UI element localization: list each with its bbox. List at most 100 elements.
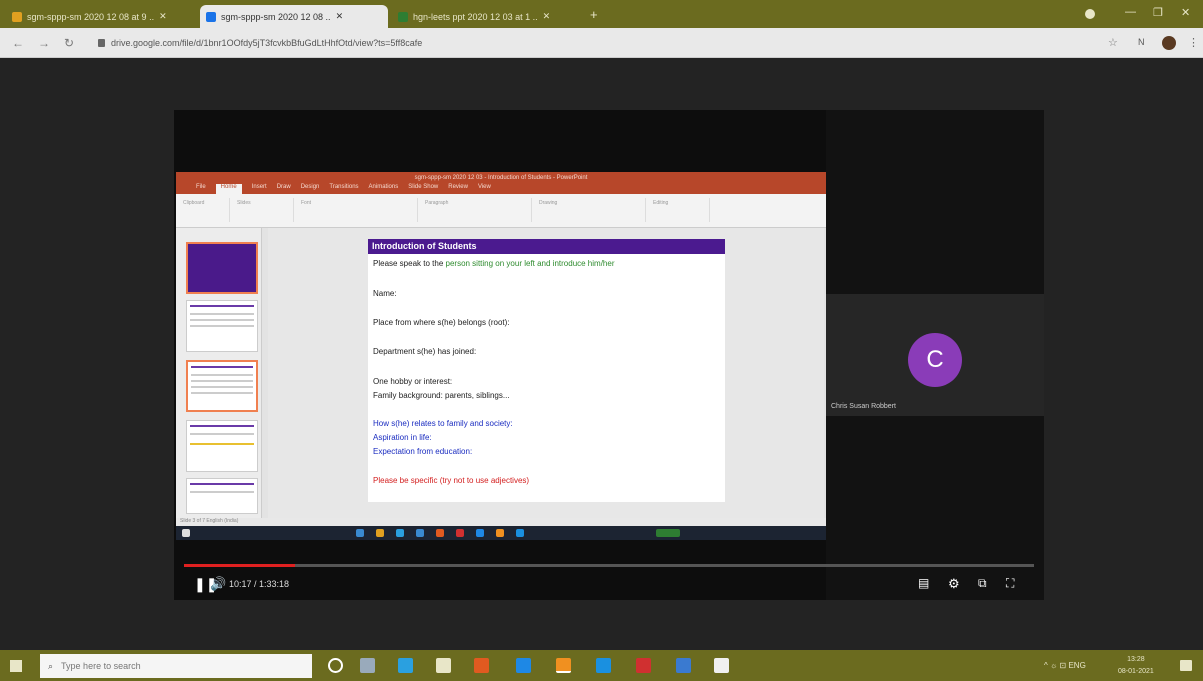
browser-tab-bar: sgm-sppp-sm 2020 12 08 at 9 .. ✕ sgm-sppp… bbox=[0, 0, 1203, 28]
slide-line: Please speak to the person sitting on yo… bbox=[373, 259, 615, 268]
avatar: C bbox=[908, 333, 962, 387]
chrome-icon[interactable] bbox=[556, 658, 571, 673]
ppt-ribbon: Clipboard Slides Font Paragraph Drawing … bbox=[176, 194, 826, 228]
tab-label: hgn-leets ppt 2020 12 03 at 1 .. bbox=[413, 11, 538, 22]
lock-icon bbox=[98, 39, 105, 47]
ribbon-tab: Transitions bbox=[329, 184, 359, 190]
slide-line: How s(he) relates to family and society: bbox=[373, 419, 513, 428]
taskbar-clock[interactable]: 13:28 08-01-2021 bbox=[1118, 654, 1154, 678]
miniplayer-icon[interactable]: ⧉ bbox=[978, 576, 987, 591]
ribbon-group: Font bbox=[298, 198, 418, 222]
browser-tab[interactable]: hgn-leets ppt 2020 12 03 at 1 .. ✕ bbox=[392, 5, 582, 28]
shared-screen: sgm-sppp-sm 2020 12 03 - Introduction of… bbox=[176, 172, 826, 540]
windows-taskbar: ⌕ Type here to search ^ ☼ ⊡ ENG 13:28 08-0… bbox=[0, 650, 1203, 681]
url-field[interactable]: drive.google.com/file/d/1bnr1OOfdy5jT3fc… bbox=[90, 33, 1090, 53]
slide-line: One hobby or interest: bbox=[373, 377, 453, 386]
maximize-button[interactable]: ❐ bbox=[1153, 6, 1163, 19]
slide-thumbnail bbox=[186, 300, 258, 352]
app-icon[interactable] bbox=[596, 658, 611, 673]
extension-icon[interactable]: N bbox=[1138, 37, 1145, 47]
time-display: 10:17 / 1:33:18 bbox=[229, 579, 290, 589]
ribbon-tab: File bbox=[196, 184, 206, 190]
drive-icon bbox=[206, 11, 216, 22]
menu-icon[interactable]: ⋮ bbox=[1188, 36, 1199, 49]
video-player[interactable]: C Chris Susan Robbert sgm-sppp-sm 2020 1… bbox=[174, 110, 1044, 600]
ppt-ribbon-tabs: File Home Insert Draw Design Transitions… bbox=[176, 184, 826, 194]
tab-label: sgm-sppp-sm 2020 12 08 .. bbox=[221, 11, 331, 22]
slide-line: Place from where s(he) belongs (root): bbox=[373, 318, 510, 327]
search-placeholder: Type here to search bbox=[61, 661, 141, 671]
ribbon-tab: Draw bbox=[276, 184, 291, 190]
task-view-icon[interactable] bbox=[360, 658, 375, 673]
progress-track[interactable] bbox=[184, 564, 1034, 567]
captions-icon[interactable]: ▤ bbox=[918, 576, 929, 590]
ribbon-tab: Insert bbox=[251, 184, 267, 190]
settings-icon[interactable]: ⚙ bbox=[948, 576, 960, 592]
app-icon[interactable] bbox=[676, 658, 691, 673]
ppt-status-bar: Slide 3 of 7 English (India) bbox=[176, 518, 826, 526]
slide-line: Family background: parents, siblings... bbox=[373, 391, 510, 400]
participant-name: Chris Susan Robbert bbox=[831, 403, 896, 410]
close-icon[interactable]: ✕ bbox=[336, 11, 344, 22]
search-icon: ⌕ bbox=[48, 660, 54, 671]
address-bar-row: ← → ↻ drive.google.com/file/d/1bnr1OOfdy… bbox=[0, 28, 1203, 58]
ribbon-tab: View bbox=[477, 184, 491, 190]
slide-thumbnail bbox=[186, 478, 258, 514]
account-icon[interactable] bbox=[1085, 9, 1095, 19]
slide-thumbnail-selected bbox=[186, 360, 258, 412]
ribbon-tab: Design bbox=[300, 184, 320, 190]
ribbon-tab: Review bbox=[448, 184, 468, 190]
close-window-button[interactable]: ✕ bbox=[1181, 6, 1190, 19]
slide-line: Name: bbox=[373, 289, 397, 298]
slide-line: Department s(he) has joined: bbox=[373, 347, 477, 356]
fullscreen-icon[interactable]: ⛶ bbox=[1006, 576, 1014, 591]
page-content: C Chris Susan Robbert sgm-sppp-sm 2020 1… bbox=[0, 58, 1203, 650]
minimize-button[interactable]: — bbox=[1125, 6, 1136, 18]
url-text: drive.google.com/file/d/1bnr1OOfdy5jT3fc… bbox=[111, 38, 423, 48]
slide-thumbnail bbox=[186, 420, 258, 472]
player-controls: ❚❚ 🔊 10:17 / 1:33:18 ▤ ⚙ ⧉ ⛶ bbox=[174, 550, 1044, 600]
tab-label: sgm-sppp-sm 2020 12 08 at 9 .. bbox=[27, 11, 155, 22]
office-icon[interactable] bbox=[474, 658, 489, 673]
forward-icon[interactable]: → bbox=[38, 36, 50, 50]
close-icon[interactable]: ✕ bbox=[543, 11, 551, 22]
ribbon-group: Clipboard bbox=[180, 198, 230, 222]
volume-icon[interactable]: 🔊 bbox=[210, 576, 226, 592]
clock-time: 13:28 bbox=[1127, 656, 1145, 663]
system-tray[interactable]: ^ ☼ ⊡ ENG bbox=[1044, 661, 1086, 670]
bookmark-icon[interactable]: ☆ bbox=[1108, 36, 1118, 49]
clock-date: 08-01-2021 bbox=[1118, 668, 1154, 675]
ribbon-tab: Slide Show bbox=[408, 184, 439, 190]
tab-favicon-icon bbox=[12, 11, 22, 22]
slide-line: Please be specific (try not to use adjec… bbox=[373, 476, 530, 485]
profile-avatar[interactable] bbox=[1162, 36, 1176, 50]
windows-start-icon[interactable] bbox=[10, 660, 22, 672]
ribbon-group: Drawing bbox=[536, 198, 646, 222]
ribbon-tab: Home bbox=[215, 184, 242, 194]
browser-tab-active[interactable]: sgm-sppp-sm 2020 12 08 .. ✕ bbox=[200, 5, 388, 28]
slide-thumbnails bbox=[176, 228, 262, 518]
slide-title: Introduction of Students bbox=[368, 239, 725, 254]
notification-icon[interactable] bbox=[1180, 660, 1192, 671]
slide-line: Expectation from education: bbox=[373, 447, 473, 456]
ppt-title-bar: sgm-sppp-sm 2020 12 03 - Introduction of… bbox=[176, 172, 826, 184]
app-icon[interactable] bbox=[516, 658, 531, 673]
reload-icon[interactable]: ↻ bbox=[64, 36, 74, 50]
file-explorer-icon[interactable] bbox=[436, 658, 451, 673]
acrobat-icon[interactable] bbox=[636, 658, 651, 673]
cortana-icon[interactable] bbox=[328, 658, 343, 673]
new-tab-button[interactable]: + bbox=[590, 7, 598, 22]
app-icon[interactable] bbox=[714, 658, 729, 673]
back-icon[interactable]: ← bbox=[12, 36, 24, 50]
ribbon-group: Editing bbox=[650, 198, 710, 222]
shared-taskbar bbox=[176, 526, 826, 540]
ribbon-group: Paragraph bbox=[422, 198, 532, 222]
edge-icon[interactable] bbox=[398, 658, 413, 673]
close-icon[interactable]: ✕ bbox=[159, 11, 167, 22]
ribbon-group: Slides bbox=[234, 198, 294, 222]
browser-tab[interactable]: sgm-sppp-sm 2020 12 08 at 9 .. ✕ bbox=[6, 5, 196, 28]
tab-favicon-icon bbox=[398, 11, 408, 22]
progress-fill bbox=[184, 564, 295, 567]
slide-line: Aspiration in life: bbox=[373, 433, 432, 442]
taskbar-search[interactable]: ⌕ Type here to search bbox=[40, 654, 312, 678]
